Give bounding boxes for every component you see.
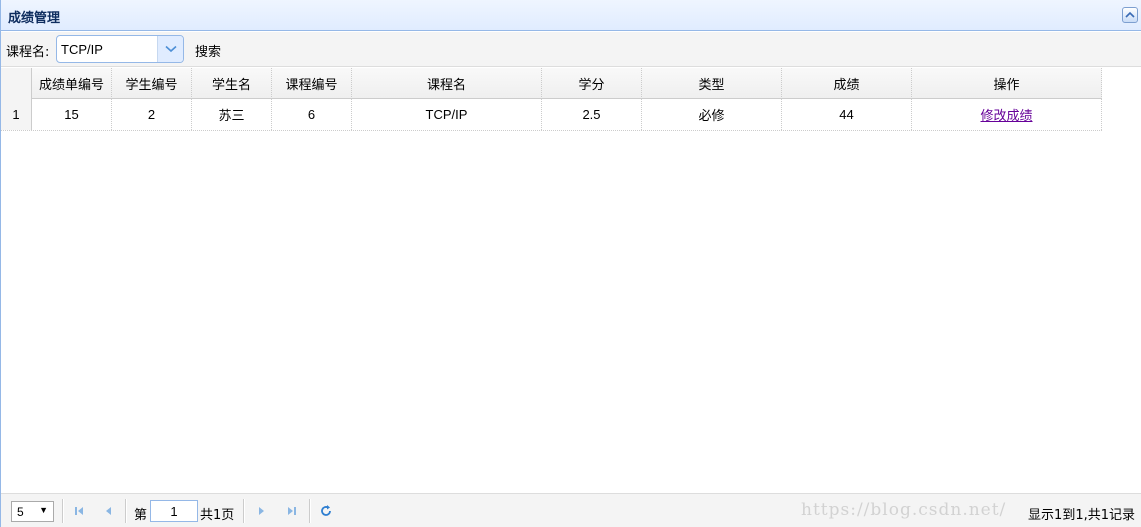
page-prefix-label: 第: [134, 508, 148, 523]
pagination-bar: 5 ▼ 第 1 共1页 https://blog.csdn.net/ 显示1到1…: [1, 493, 1141, 527]
grid-header-row: 成绩单编号 学生编号 学生名 课程编号 课程名 学分 类型 成绩 操作: [1, 68, 1102, 99]
column-header-score[interactable]: 成绩: [782, 68, 912, 99]
cell-course-name: TCP/IP: [352, 99, 542, 130]
column-header-grade-id[interactable]: 成绩单编号: [32, 68, 112, 99]
page-size-select[interactable]: 5 ▼: [11, 501, 54, 522]
grades-datagrid: 成绩单编号 学生编号 学生名 课程编号 课程名 学分 类型 成绩 操作 1 15…: [1, 68, 1141, 493]
next-page-button[interactable]: [253, 502, 271, 520]
table-row[interactable]: 1 15 2 苏三 6 TCP/IP 2.5 必修 44 修改成绩: [1, 99, 1102, 131]
watermark-text: https://blog.csdn.net/: [801, 500, 1007, 520]
cell-score: 44: [782, 99, 912, 130]
cell-type: 必修: [642, 99, 782, 130]
grade-management-panel: 成绩管理 课程名: TCP/IP 搜索 成绩单编号 学生编号 学生名 课程编号 …: [0, 0, 1141, 527]
pager-separator: [243, 499, 245, 523]
next-page-icon: [259, 507, 264, 515]
panel-header: 成绩管理: [1, 0, 1141, 31]
pager-info: 显示1到1,共1记录: [1024, 504, 1135, 523]
cell-grade-id: 15: [32, 99, 112, 130]
cell-student-name: 苏三: [192, 99, 272, 130]
dropdown-arrow-icon: ▼: [39, 505, 48, 515]
first-page-icon: [75, 507, 83, 515]
cell-action: 修改成绩: [912, 99, 1102, 130]
last-page-button[interactable]: [283, 502, 301, 520]
chevron-down-icon: [164, 45, 177, 53]
search-button[interactable]: 搜索: [189, 41, 227, 60]
pager-separator: [309, 499, 311, 523]
course-name-combobox[interactable]: TCP/IP: [56, 35, 184, 63]
cell-credit: 2.5: [542, 99, 642, 130]
column-header-credit[interactable]: 学分: [542, 68, 642, 99]
row-number: 1: [1, 99, 32, 130]
page-total-label: 共1页: [200, 508, 235, 523]
pager-separator: [125, 499, 127, 523]
chevron-up-icon: [1125, 11, 1135, 18]
column-header-course-id[interactable]: 课程编号: [272, 68, 352, 99]
page-size-value: 5: [17, 505, 24, 519]
course-name-value: TCP/IP: [61, 42, 103, 57]
panel-title: 成绩管理: [8, 11, 61, 26]
prev-page-button[interactable]: [99, 502, 117, 520]
collapse-button[interactable]: [1122, 7, 1138, 23]
column-header-action[interactable]: 操作: [912, 68, 1102, 99]
column-header-student-name[interactable]: 学生名: [192, 68, 272, 99]
rownumber-header: [1, 68, 32, 99]
course-name-label: 课程名:: [6, 45, 50, 60]
toolbar: 课程名: TCP/IP 搜索: [1, 32, 1141, 67]
column-header-type[interactable]: 类型: [642, 68, 782, 99]
page-number-input[interactable]: 1: [150, 500, 198, 522]
cell-course-id: 6: [272, 99, 352, 130]
prev-page-icon: [106, 507, 111, 515]
cell-student-id: 2: [112, 99, 192, 130]
refresh-button[interactable]: [317, 502, 335, 520]
pager-separator: [62, 499, 64, 523]
column-header-student-id[interactable]: 学生编号: [112, 68, 192, 99]
combobox-arrow-button[interactable]: [157, 36, 183, 62]
refresh-icon: [321, 505, 331, 516]
edit-grade-link[interactable]: 修改成绩: [980, 105, 1032, 124]
last-page-icon: [288, 507, 296, 515]
first-page-button[interactable]: [70, 502, 88, 520]
column-header-course-name[interactable]: 课程名: [352, 68, 542, 99]
